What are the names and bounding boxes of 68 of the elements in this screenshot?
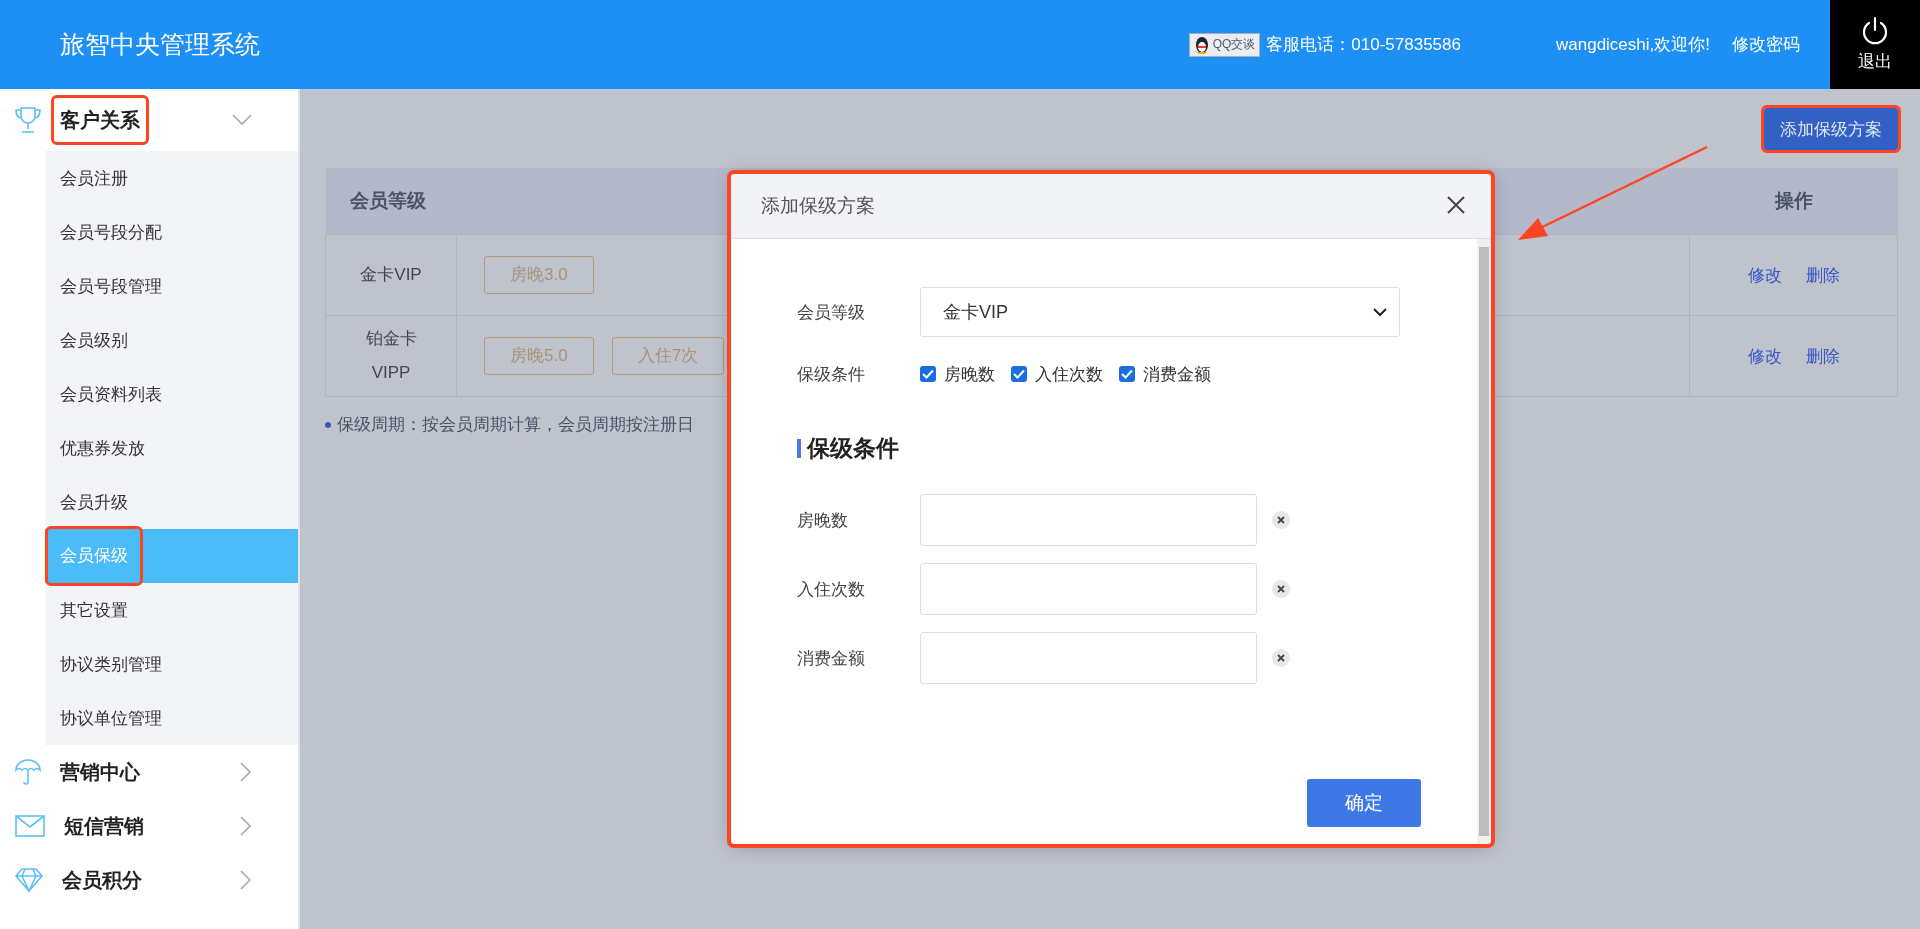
field-label: 入住次数 bbox=[797, 578, 866, 601]
table-cell: 金卡VIP bbox=[325, 234, 457, 316]
input-field[interactable] bbox=[920, 494, 1257, 546]
condition-tag: 入住7次 bbox=[611, 337, 725, 375]
close-icon bbox=[1447, 195, 1465, 214]
menu-group[interactable]: 客户关系 bbox=[0, 89, 298, 151]
scrollbar[interactable] bbox=[1477, 239, 1491, 844]
qq-chat-button[interactable]: QQ交谈 bbox=[1188, 32, 1261, 57]
condition-checkbox[interactable]: 入住次数 bbox=[1011, 362, 1103, 386]
column-header: 操作 bbox=[1689, 168, 1898, 235]
condition-checkbox[interactable]: 消费金额 bbox=[1119, 362, 1211, 386]
hotline-text: 客服电话：010-57835586 bbox=[1266, 34, 1461, 56]
input-field[interactable] bbox=[920, 563, 1257, 615]
clear-icon[interactable] bbox=[1272, 511, 1290, 529]
chevron-right-icon bbox=[240, 870, 252, 890]
menu-group[interactable]: 营销中心 bbox=[0, 745, 298, 799]
menu-item[interactable]: 协议类别管理 bbox=[45, 637, 298, 691]
menu-item[interactable]: 会员号段分配 bbox=[45, 205, 298, 259]
edit-link[interactable]: 修改 bbox=[1747, 346, 1782, 366]
edit-link[interactable]: 修改 bbox=[1747, 265, 1782, 285]
field-label: 保级条件 bbox=[797, 363, 866, 386]
trophy-icon bbox=[14, 105, 42, 135]
welcome-text: wangdiceshi,欢迎你! bbox=[1556, 34, 1710, 56]
note-text: 保级周期：按会员周期计算，会员周期按注册日 bbox=[337, 414, 694, 436]
add-plan-button[interactable]: 添加保级方案 bbox=[1764, 108, 1898, 150]
column-header: 会员等级 bbox=[325, 168, 457, 235]
clear-icon[interactable] bbox=[1272, 580, 1290, 598]
field-label: 会员等级 bbox=[797, 301, 866, 324]
condition-tag: 房晚3.0 bbox=[484, 256, 594, 294]
checkmark-icon bbox=[922, 369, 934, 379]
confirm-button[interactable]: 确定 bbox=[1307, 779, 1421, 827]
section-title: 保级条件 bbox=[807, 434, 899, 463]
section-marker bbox=[797, 439, 801, 458]
chevron-right-icon bbox=[240, 816, 252, 836]
clear-icon[interactable] bbox=[1272, 649, 1290, 667]
condition-tag: 房晚5.0 bbox=[484, 337, 594, 375]
table-cell: 铂金卡VIPP bbox=[325, 315, 457, 397]
envelope-icon bbox=[14, 813, 46, 839]
checkmark-icon bbox=[1121, 369, 1133, 379]
delete-link[interactable]: 删除 bbox=[1805, 265, 1840, 285]
checkmark-icon bbox=[1013, 369, 1025, 379]
menu-group[interactable]: 短信营销 bbox=[0, 799, 298, 853]
chevron-right-icon bbox=[240, 762, 252, 782]
logout-button[interactable]: 退出 bbox=[1830, 0, 1920, 89]
field-label: 房晚数 bbox=[797, 509, 849, 532]
umbrella-icon bbox=[14, 757, 42, 787]
menu-item[interactable]: 协议单位管理 bbox=[45, 691, 298, 745]
menu-item[interactable]: 会员资料列表 bbox=[45, 367, 298, 421]
menu-item[interactable]: 会员级别 bbox=[45, 313, 298, 367]
bullet-icon bbox=[325, 421, 331, 428]
field-label: 消费金额 bbox=[797, 647, 866, 670]
menu-item[interactable]: 会员号段管理 bbox=[45, 259, 298, 313]
power-icon bbox=[1860, 16, 1890, 46]
chevron-down-icon bbox=[232, 114, 252, 126]
diamond-icon bbox=[14, 866, 44, 894]
delete-link[interactable]: 删除 bbox=[1805, 346, 1840, 366]
app-title: 旅智中央管理系统 bbox=[60, 29, 261, 60]
input-field[interactable] bbox=[920, 632, 1257, 684]
penguin-icon bbox=[1193, 35, 1210, 54]
condition-checkbox[interactable]: 房晚数 bbox=[920, 362, 995, 386]
menu-item[interactable]: 优惠券发放 bbox=[45, 421, 298, 475]
menu-group[interactable]: 会员积分 bbox=[0, 853, 298, 907]
member-level-dropdown[interactable]: 金卡VIP bbox=[920, 287, 1400, 337]
dialog-title: 添加保级方案 bbox=[761, 194, 876, 218]
menu-item[interactable]: 其它设置 bbox=[45, 583, 298, 637]
chevron-down-icon bbox=[1373, 307, 1387, 317]
menu-item[interactable]: 会员注册 bbox=[45, 151, 298, 205]
menu-item[interactable]: 会员升级 bbox=[45, 475, 298, 529]
